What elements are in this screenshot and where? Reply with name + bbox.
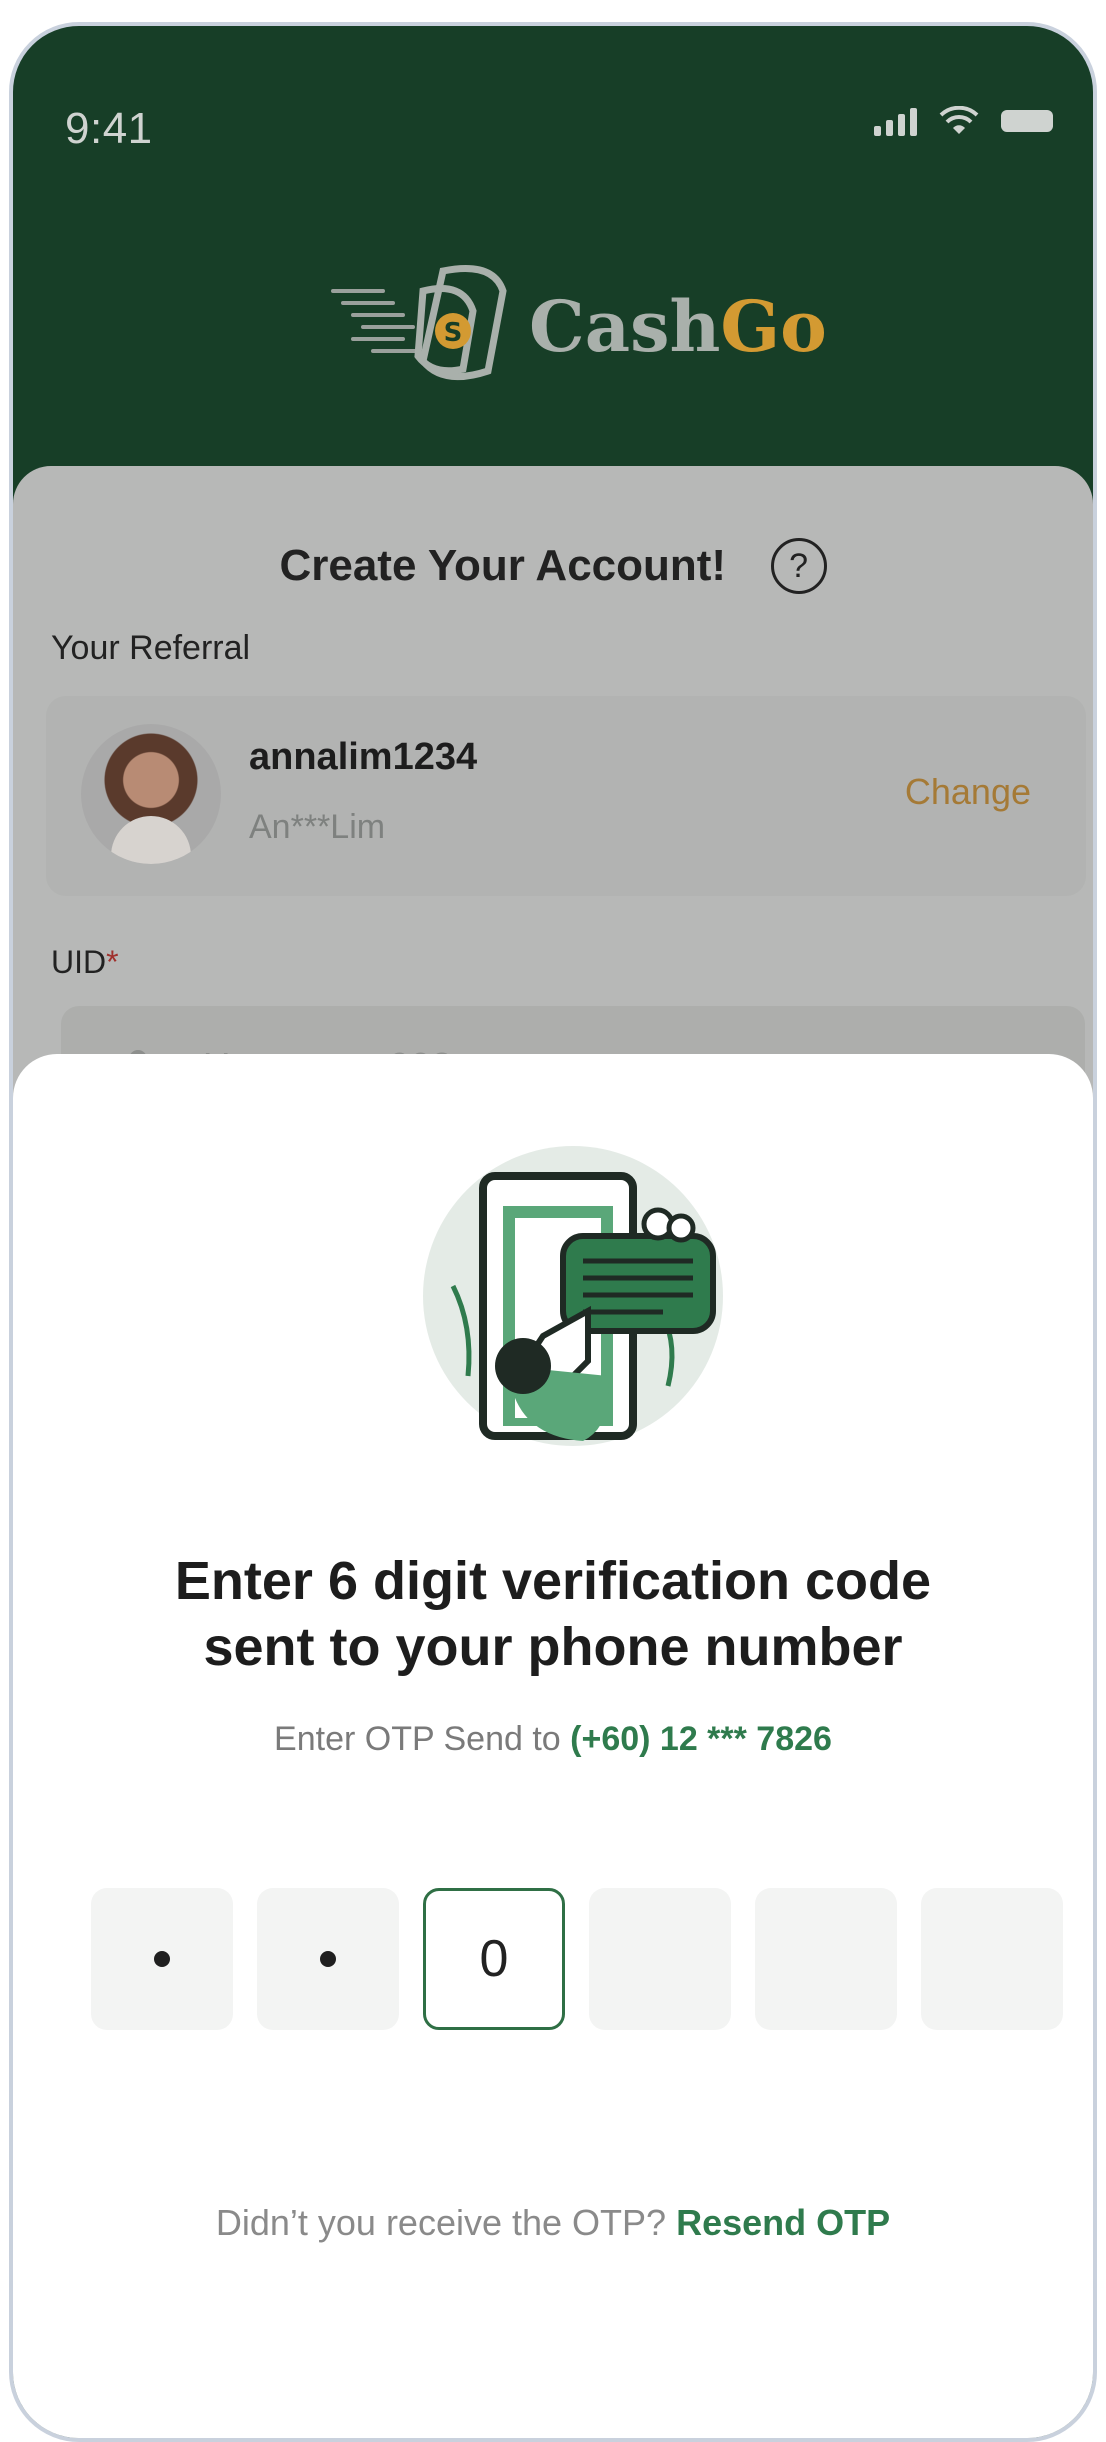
otp-digit-1[interactable] [91, 1888, 233, 2030]
status-time: 9:41 [65, 104, 153, 153]
referral-masked-name: An***Lim [249, 808, 386, 846]
page-title: Create Your Account! [279, 541, 727, 590]
create-account-header: Create Your Account! ? [13, 538, 1093, 594]
required-mark: * [106, 944, 119, 980]
referral-username: annalim1234 [249, 736, 478, 778]
resend-otp-link[interactable]: Resend OTP [676, 2202, 890, 2243]
resend-prompt: Didn’t you receive the OTP? [215, 2202, 677, 2243]
cashgo-logo: S CashGo [323, 251, 827, 391]
money-logo-icon: S [331, 265, 507, 381]
otp-digit-2[interactable] [257, 1888, 399, 2030]
otp-subtitle: Enter OTP Send to (+60) 12 *** 7826 [13, 1720, 1093, 1759]
phone-frame: 9:41 S CashGo Create Your Account! ? You… [9, 22, 1097, 2442]
referral-label: Your Referral [51, 629, 251, 667]
logo-text-go: Go [720, 284, 827, 368]
device: 9:41 S CashGo Create Your Account! ? You… [0, 0, 1106, 2442]
otp-masked-dot [154, 1951, 170, 1967]
otp-digit-3[interactable]: 0 [423, 1888, 565, 2030]
otp-input-row: 0 [91, 1888, 1063, 2030]
otp-phone-number: (+60) 12 *** 7826 [570, 1720, 832, 1758]
otp-title-line1: Enter 6 digit verification code [174, 1551, 932, 1611]
otp-digit-6[interactable] [921, 1888, 1063, 2030]
otp-subtitle-prefix: Enter OTP Send to [274, 1720, 571, 1758]
status-icons [874, 106, 1053, 136]
logo-text-cash: Cash [529, 284, 721, 368]
wifi-icon [939, 106, 979, 134]
otp-digit-5[interactable] [755, 1888, 897, 2030]
logo-wordmark: CashGo [529, 285, 827, 368]
resend-row: Didn’t you receive the OTP? Resend OTP [13, 2202, 1093, 2244]
avatar [81, 724, 221, 864]
phone-otp-illustration [423, 1146, 723, 1446]
uid-label: UID* [51, 944, 119, 981]
uid-label-text: UID [51, 944, 107, 980]
svg-text:S: S [444, 318, 463, 348]
otp-masked-dot [320, 1951, 336, 1967]
otp-title-line2: sent to your phone number [203, 1617, 903, 1677]
help-icon[interactable]: ? [770, 538, 827, 594]
otp-title: Enter 6 digit verification code sent to … [13, 1548, 1093, 1680]
change-referral-button[interactable]: Change [905, 771, 1031, 813]
battery-icon [1001, 110, 1053, 132]
signal-icon [874, 106, 917, 136]
otp-digit-4[interactable] [589, 1888, 731, 2030]
